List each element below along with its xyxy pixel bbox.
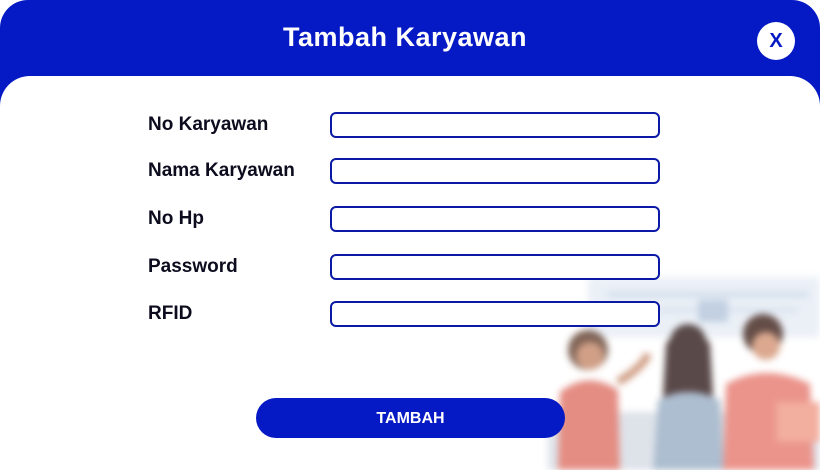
dialog-title: Tambah Karyawan bbox=[282, 22, 528, 52]
password-input[interactable] bbox=[330, 254, 660, 280]
rfid-input[interactable] bbox=[330, 301, 660, 327]
no-karyawan-input[interactable] bbox=[330, 112, 660, 138]
password-label: Password bbox=[148, 256, 238, 277]
no-hp-label: No Hp bbox=[148, 208, 204, 229]
nama-karyawan-input[interactable] bbox=[330, 158, 660, 184]
no-hp-input[interactable] bbox=[330, 206, 660, 232]
rfid-label: RFID bbox=[148, 303, 193, 324]
tambah-button[interactable]: TAMBAH bbox=[256, 398, 565, 438]
no-karyawan-label: No Karyawan bbox=[148, 114, 269, 135]
nama-karyawan-label: Nama Karyawan bbox=[148, 160, 295, 181]
add-employee-dialog: Tambah Karyawan X No Karyawan Nama Karya… bbox=[0, 0, 820, 470]
close-button[interactable]: X bbox=[757, 22, 795, 60]
